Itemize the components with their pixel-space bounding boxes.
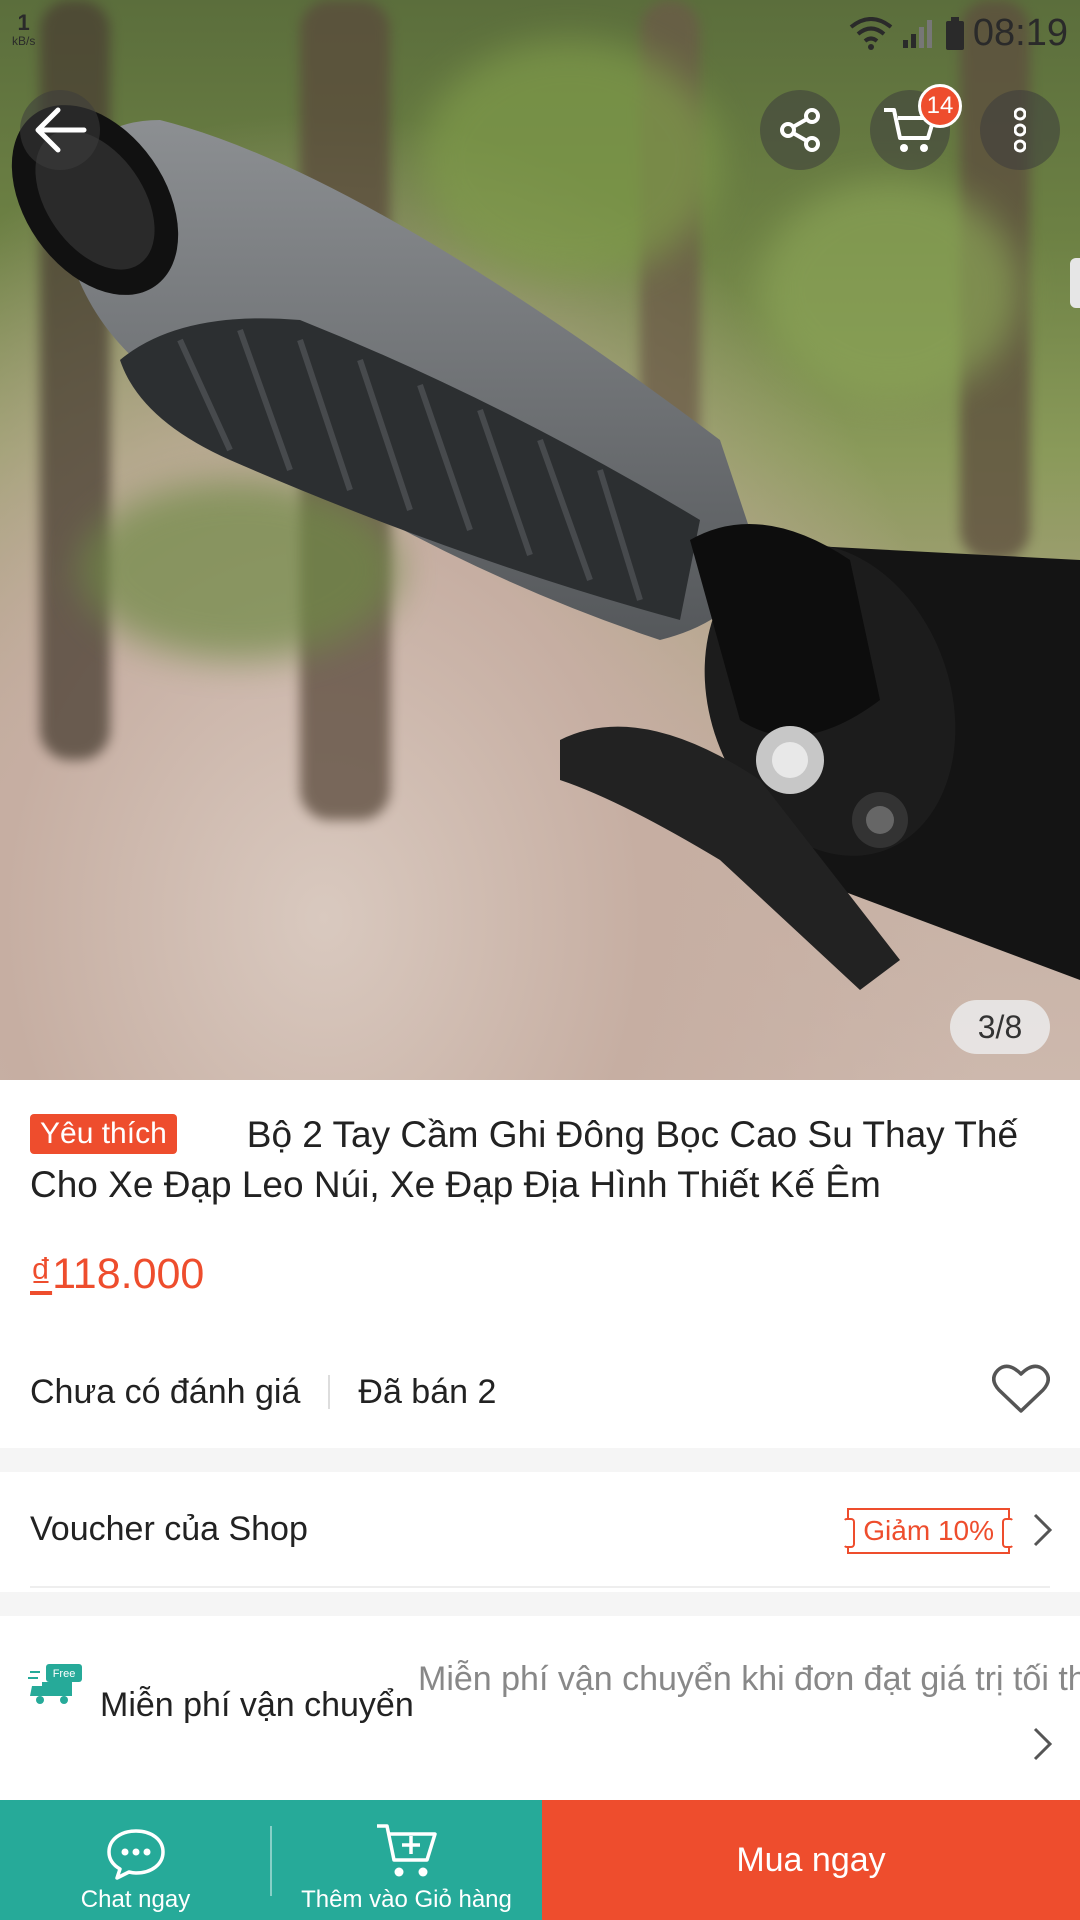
product-price: ₫118.000	[30, 1250, 204, 1299]
chevron-right-icon	[1033, 1513, 1053, 1547]
chat-now-label: Chat ngay	[80, 1886, 191, 1913]
divider	[30, 1586, 1050, 1588]
sold-count: Đã bán 2	[358, 1372, 497, 1411]
product-title: Bộ 2 Tay Cầm Ghi Đông Bọc Cao Su Thay Th…	[30, 1114, 1019, 1205]
free-shipping-row[interactable]: Free Miễn phí vận chuyển Miễn phí vận ch…	[0, 1616, 1080, 1800]
buy-now-button[interactable]: Mua ngay	[542, 1800, 1080, 1920]
currency-symbol: ₫	[30, 1250, 53, 1298]
image-counter: 3/8	[950, 1000, 1050, 1054]
cart-button[interactable]: 14	[870, 84, 962, 170]
chevron-right-icon	[1033, 1727, 1053, 1761]
divider	[270, 1826, 272, 1896]
back-button[interactable]	[20, 90, 100, 170]
product-title-block: Yêu thích Bộ 2 Tay Cầm Ghi Đông Bọc Cao S…	[30, 1110, 1050, 1210]
chat-bubble-icon	[106, 1829, 165, 1880]
chat-now-button[interactable]: Chat ngay	[0, 1800, 271, 1920]
voucher-tag: Giảm 10%	[843, 1508, 1014, 1554]
shipping-label: Miễn phí vận chuyển	[100, 1686, 414, 1724]
shop-voucher-row[interactable]: Voucher của Shop Giảm 10%	[0, 1472, 1080, 1588]
price-value: 118.000	[52, 1250, 205, 1298]
add-to-cart-button[interactable]: Thêm vào Giỏ hàng	[271, 1800, 542, 1920]
share-icon	[780, 108, 820, 152]
bottom-secondary-actions: Chat ngay Thêm vào Giỏ hàng	[0, 1800, 542, 1920]
section-spacer	[0, 1592, 1080, 1616]
divider	[328, 1375, 331, 1409]
shipping-description: Miễn phí vận chuyển khi đơn đạt giá trị …	[418, 1660, 1080, 1698]
product-image[interactable]: 1 kB/s 08:19 14 3/8	[0, 0, 1080, 1080]
free-icon-text: Free	[53, 1668, 76, 1680]
battery-icon	[945, 16, 964, 50]
arrow-left-icon	[35, 107, 87, 153]
free-shipping-truck-icon: Free	[28, 1664, 82, 1704]
wifi-icon	[849, 16, 893, 50]
bottom-action-bar: Chat ngay Thêm vào Giỏ hàng Mua ngay	[0, 1800, 1080, 1920]
signal-icon	[902, 19, 932, 48]
network-speed-unit: kB/s	[12, 34, 36, 48]
rating-row: Chưa có đánh giá Đã bán 2	[30, 1364, 1050, 1417]
add-to-cart-icon	[376, 1824, 437, 1877]
more-options-button[interactable]	[980, 90, 1060, 170]
heart-icon[interactable]	[992, 1363, 1050, 1415]
side-scroll-tab[interactable]	[1070, 258, 1080, 308]
more-vertical-icon	[1014, 107, 1026, 153]
voucher-label: Voucher của Shop	[30, 1510, 308, 1548]
add-to-cart-label: Thêm vào Giỏ hàng	[301, 1886, 512, 1913]
rating-text[interactable]: Chưa có đánh giá	[30, 1373, 300, 1412]
section-spacer	[0, 1448, 1080, 1472]
favorite-badge: Yêu thích	[30, 1114, 177, 1154]
share-button[interactable]	[760, 90, 840, 170]
network-speed: 1 kB/s	[12, 12, 36, 50]
status-bar: 1 kB/s 08:19	[0, 8, 1080, 58]
cart-count-badge: 14	[918, 84, 962, 128]
clock: 08:19	[972, 12, 1068, 54]
